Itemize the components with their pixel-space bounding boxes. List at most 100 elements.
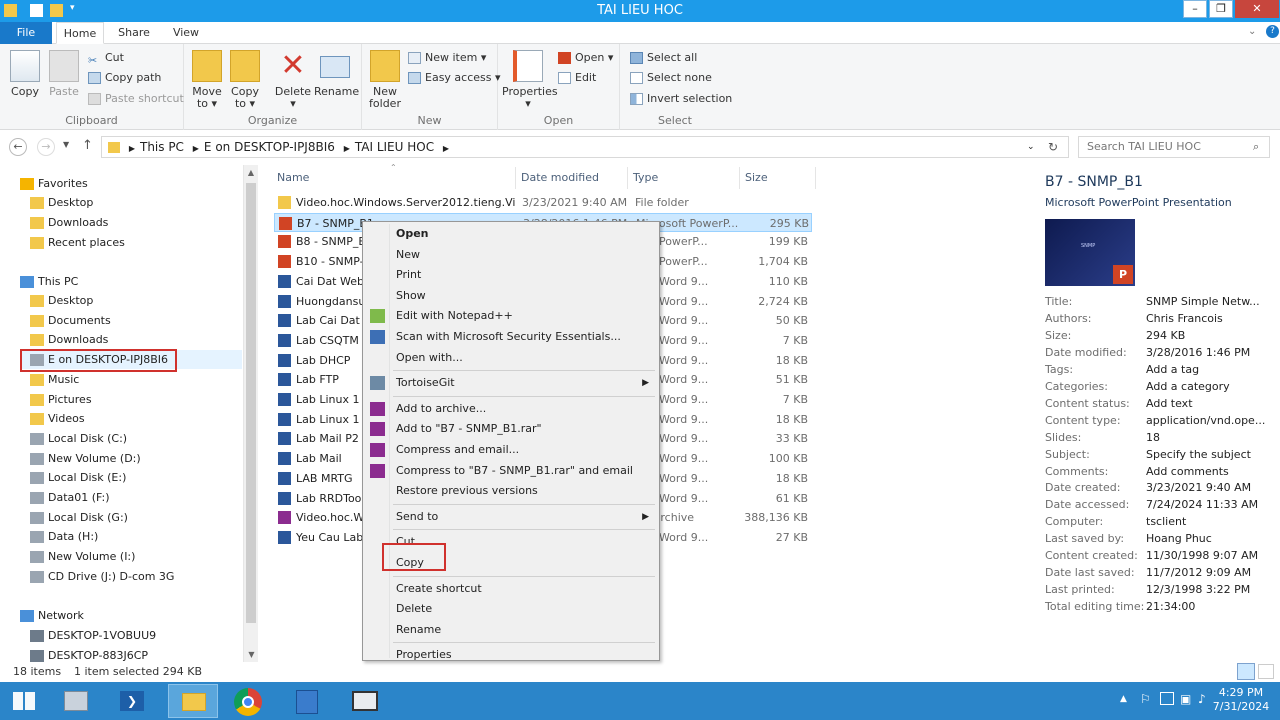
chevron-right-icon[interactable]: ▶ (443, 144, 449, 153)
nav-pc-desktop[interactable]: Desktop (30, 291, 93, 310)
refresh-icon[interactable]: ↻ (1048, 137, 1058, 157)
easy-access-button[interactable]: Easy access ▾ (408, 69, 501, 87)
minimize-button[interactable]: – (1183, 0, 1207, 18)
property-value[interactable]: Add a category (1146, 379, 1276, 395)
property-value[interactable]: 294 KB (1146, 328, 1276, 344)
chrome-button[interactable] (228, 684, 272, 718)
select-all-button[interactable]: Select all (630, 49, 697, 67)
menu-item-compress-and-email[interactable]: Compress and email... (365, 440, 657, 460)
nav-pc-downloads[interactable]: Downloads (30, 330, 108, 349)
powershell-button[interactable]: ❯ (110, 684, 154, 718)
back-arrow-icon[interactable]: ← (9, 138, 27, 156)
tab-view[interactable]: View (162, 22, 210, 44)
menu-item-show[interactable]: Show (365, 286, 657, 306)
show-hidden-icons-icon[interactable]: ▲ (1120, 694, 1127, 704)
nav-network-desktop-1vobuu9[interactable]: DESKTOP-1VOBUU9 (30, 626, 156, 645)
menu-item-open-with[interactable]: Open with... (365, 348, 657, 368)
nav-pc-local-disk-g[interactable]: Local Disk (G:) (30, 508, 128, 527)
network-app-button[interactable] (284, 684, 328, 718)
nav-pc-videos[interactable]: Videos (30, 409, 85, 428)
favorites-header[interactable]: Favorites (20, 174, 88, 193)
up-arrow-icon[interactable]: ↑ (82, 138, 93, 153)
close-button[interactable]: ✕ (1235, 0, 1279, 18)
network-status-icon[interactable]: ▣ (1180, 692, 1191, 706)
menu-item-print[interactable]: Print (365, 265, 657, 285)
move-to-button[interactable]: Move to ▾ (190, 50, 224, 110)
column-header-date[interactable]: Date modified (516, 167, 628, 189)
nav-pc-local-disk-e[interactable]: Local Disk (E:) (30, 468, 126, 487)
help-icon[interactable]: ? (1266, 25, 1279, 38)
property-value[interactable]: 3/28/2016 1:46 PM (1146, 345, 1276, 361)
column-header-size[interactable]: Size (740, 167, 816, 189)
address-dropdown-icon[interactable]: ⌄ (1027, 137, 1035, 157)
column-header-type[interactable]: Type (628, 167, 740, 189)
menu-item-restore-previous-versions[interactable]: Restore previous versions (365, 481, 657, 501)
menu-item-tortoisegit[interactable]: TortoiseGit ▶ (365, 373, 657, 393)
property-value[interactable]: application/vnd.ope... (1146, 413, 1276, 429)
window-app-button[interactable] (340, 684, 390, 718)
paste-shortcut-button[interactable]: Paste shortcut (88, 90, 184, 108)
file-explorer-button[interactable] (168, 684, 218, 718)
copy-button[interactable]: Copy (6, 50, 44, 98)
tab-file[interactable]: File (0, 22, 52, 44)
nav-pc-data-h[interactable]: Data (H:) (30, 527, 98, 546)
property-value[interactable]: 7/24/2024 11:33 AM (1146, 497, 1276, 513)
copy-to-button[interactable]: Copy to ▾ (228, 50, 262, 110)
cut-button[interactable]: ✂ Cut (88, 49, 124, 67)
nav-pc-new-volume-i[interactable]: New Volume (I:) (30, 547, 135, 566)
menu-item-edit-with-notepad[interactable]: Edit with Notepad++ (365, 306, 657, 326)
breadcrumb-this-pc[interactable]: This PC (140, 140, 184, 154)
forward-arrow-icon[interactable]: → (37, 138, 55, 156)
restore-button[interactable]: ❐ (1209, 0, 1233, 18)
property-value[interactable]: Add a tag (1146, 362, 1276, 378)
nav-pc-documents[interactable]: Documents (30, 311, 111, 330)
invert-selection-button[interactable]: Invert selection (630, 90, 732, 108)
menu-item-delete[interactable]: Delete (365, 599, 657, 619)
nav-pc-new-volume-d[interactable]: New Volume (D:) (30, 449, 141, 468)
property-value[interactable]: 3/23/2021 9:40 AM (1146, 480, 1276, 496)
menu-item-open[interactable]: Open (365, 224, 657, 244)
open-button[interactable]: Open ▾ (558, 49, 613, 67)
recent-locations-icon[interactable]: ▼ (63, 140, 69, 149)
this-pc-header[interactable]: This PC (20, 272, 78, 291)
display-icon[interactable] (1160, 692, 1174, 705)
menu-item-rename[interactable]: Rename (365, 620, 657, 640)
nav-favorite-downloads[interactable]: Downloads (30, 213, 108, 232)
chevron-right-icon[interactable]: ▶ (344, 144, 350, 153)
edit-button[interactable]: Edit (558, 69, 596, 87)
start-button[interactable] (2, 684, 46, 718)
menu-item-new[interactable]: New (365, 245, 657, 265)
nav-pc-data01-f[interactable]: Data01 (F:) (30, 488, 110, 507)
property-value[interactable]: 11/30/1998 9:07 AM (1146, 548, 1276, 564)
breadcrumb-folder[interactable]: TAI LIEU HOC (355, 140, 434, 154)
property-value[interactable]: 11/7/2012 9:09 AM (1146, 565, 1276, 581)
nav-pc-cd-drive-j-d-com-3g[interactable]: CD Drive (J:) D-com 3G (30, 567, 174, 586)
nav-pc-local-disk-c[interactable]: Local Disk (C:) (30, 429, 127, 448)
large-icons-view-icon[interactable] (1258, 664, 1274, 679)
new-folder-button[interactable]: New folder (368, 50, 402, 110)
server-manager-button[interactable] (54, 684, 98, 718)
chevron-right-icon[interactable]: ▶ (129, 144, 135, 153)
nav-scrollbar[interactable]: ▲ ▼ (243, 165, 258, 662)
tab-share[interactable]: Share (110, 22, 158, 44)
copy-path-button[interactable]: Copy path (88, 69, 161, 87)
breadcrumb-drive[interactable]: E on DESKTOP-IPJ8BI6 (204, 140, 335, 154)
nav-favorite-desktop[interactable]: Desktop (30, 193, 93, 212)
file-row[interactable]: Video.hoc.Windows.Server2012.tieng.Viet 3… (274, 193, 812, 212)
flag-icon[interactable]: ⚐ (1140, 692, 1151, 706)
network-header[interactable]: Network (20, 606, 84, 625)
nav-pc-music[interactable]: Music (30, 370, 79, 389)
property-value[interactable]: Chris Francois (1146, 311, 1276, 327)
expand-ribbon-icon[interactable]: ⌄ (1248, 26, 1256, 37)
nav-favorite-recent-places[interactable]: Recent places (30, 233, 125, 252)
chevron-right-icon[interactable]: ▶ (193, 144, 199, 153)
property-value[interactable]: tsclient (1146, 514, 1276, 530)
address-box[interactable]: ▶ This PC ▶ E on DESKTOP-IPJ8BI6 ▶ TAI LIEU… (101, 136, 1069, 158)
property-value[interactable]: 18 (1146, 430, 1276, 446)
details-view-icon[interactable] (1237, 663, 1255, 680)
property-value[interactable]: 21:34:00 (1146, 599, 1276, 615)
paste-button[interactable]: Paste (46, 50, 82, 98)
scrollbar-thumb[interactable] (246, 183, 256, 623)
property-value[interactable]: SNMP Simple Netw... (1146, 294, 1276, 310)
new-item-button[interactable]: New item ▾ (408, 49, 486, 67)
